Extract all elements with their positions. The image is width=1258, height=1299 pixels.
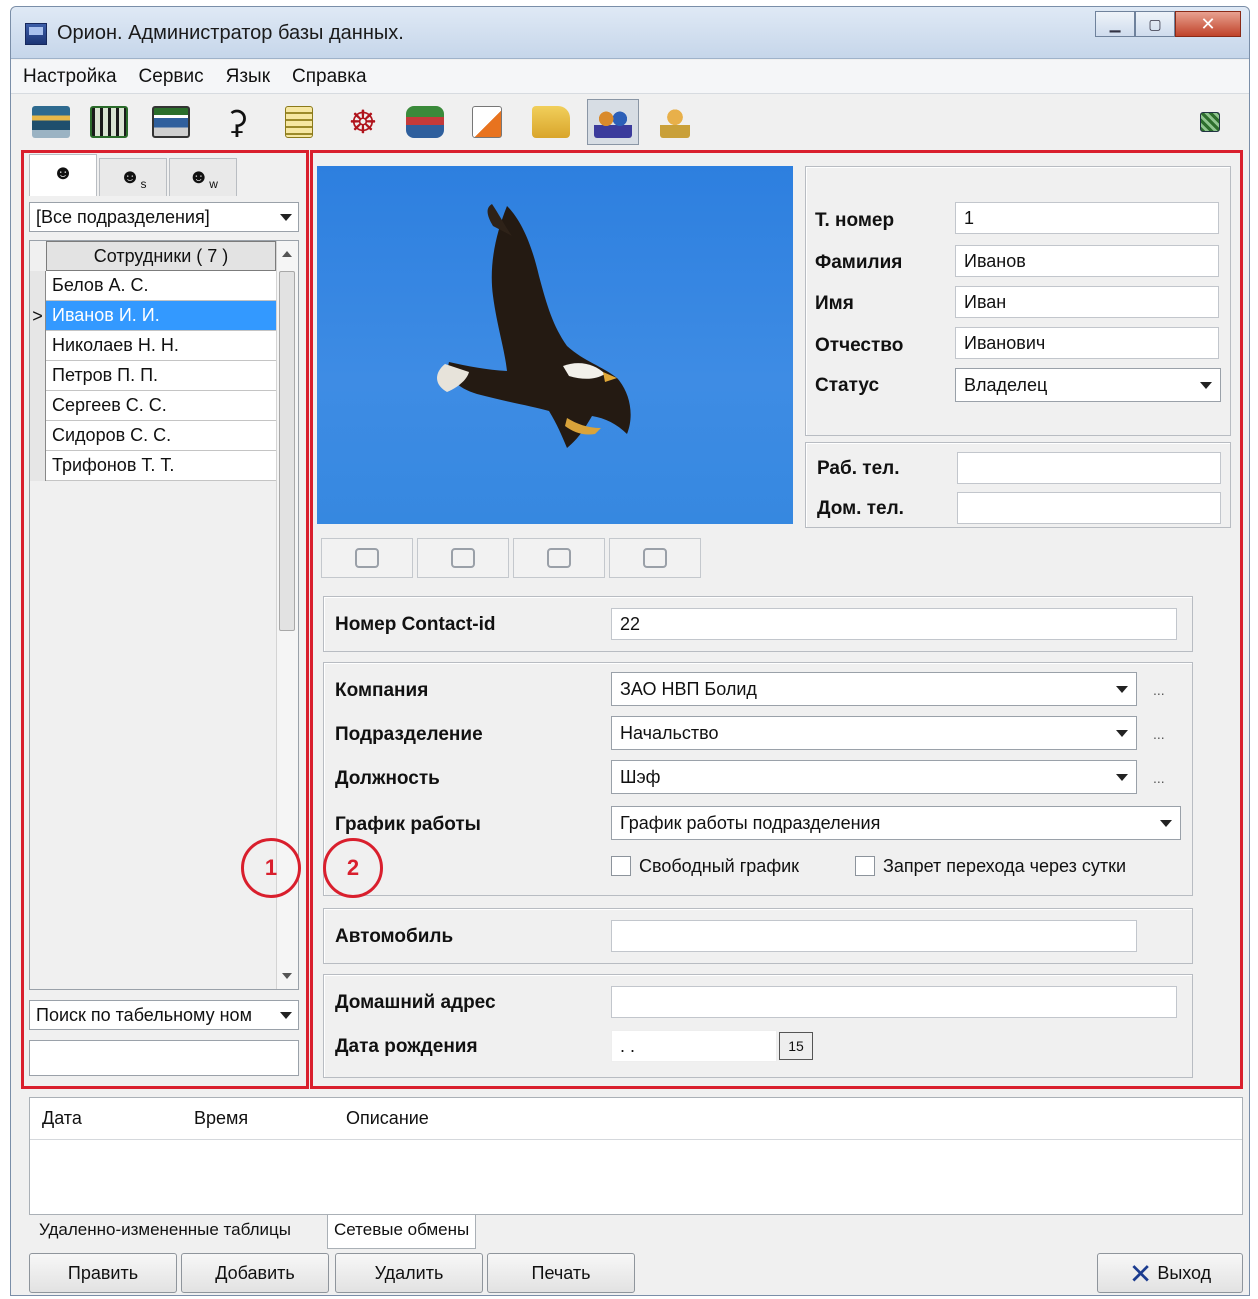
minimize-icon: ▁ bbox=[1109, 16, 1121, 32]
app-icon bbox=[25, 23, 47, 45]
keys-user-icon bbox=[660, 106, 690, 138]
toolbar-button-4[interactable]: ⚳ bbox=[211, 99, 263, 145]
tab-remote-changed-tables[interactable]: Удаленно-измененные таблицы bbox=[33, 1215, 297, 1247]
print-button[interactable]: Печать bbox=[487, 1253, 635, 1293]
window-title: Орион. Администратор базы данных. bbox=[57, 22, 404, 44]
toolbar-button-3[interactable] bbox=[145, 99, 197, 145]
antenna-icon: ⚳ bbox=[225, 104, 249, 140]
log-col-description[interactable]: Описание bbox=[346, 1108, 429, 1129]
exit-button[interactable]: ✕ Выход bbox=[1097, 1253, 1243, 1293]
tab-network-exchanges[interactable]: Сетевые обмены bbox=[327, 1215, 477, 1249]
callout-frame-2 bbox=[310, 150, 1243, 1089]
folder-users-icon bbox=[532, 106, 570, 138]
title-bar: Орион. Администратор базы данных. ▁ ▢ ✕ bbox=[11, 7, 1249, 59]
wheel-icon: ☸ bbox=[348, 104, 378, 140]
exit-label: Выход bbox=[1157, 1263, 1212, 1283]
toolbar-button-7[interactable] bbox=[399, 99, 451, 145]
connection-status bbox=[1193, 99, 1227, 145]
menu-bar: Настройка Сервис Язык Справка bbox=[11, 60, 1249, 94]
toolbar-button-1[interactable] bbox=[25, 99, 77, 145]
add-button[interactable]: Добавить bbox=[181, 1253, 329, 1293]
toolbar: ⚳ ☸ bbox=[11, 95, 1249, 149]
building-icon bbox=[90, 106, 128, 138]
close-button[interactable]: ✕ bbox=[1175, 11, 1241, 37]
minimize-button[interactable]: ▁ bbox=[1095, 11, 1135, 37]
log-col-time[interactable]: Время bbox=[194, 1108, 248, 1129]
toolbar-button-5[interactable] bbox=[273, 99, 325, 145]
report-icon bbox=[472, 106, 502, 138]
menu-language[interactable]: Язык bbox=[214, 60, 280, 88]
delete-button[interactable]: Удалить bbox=[335, 1253, 483, 1293]
menu-service[interactable]: Сервис bbox=[127, 60, 214, 88]
toolbar-button-2[interactable] bbox=[83, 99, 135, 145]
maximize-button[interactable]: ▢ bbox=[1135, 11, 1175, 37]
toolbar-button-11[interactable] bbox=[649, 99, 701, 145]
toolbar-button-9[interactable] bbox=[525, 99, 577, 145]
notes-icon bbox=[285, 106, 313, 138]
calendar-train-icon bbox=[406, 106, 444, 138]
server-icon bbox=[152, 106, 190, 138]
callout-frame-1 bbox=[21, 150, 309, 1089]
maximize-icon: ▢ bbox=[1148, 16, 1162, 32]
employees-db-icon bbox=[32, 106, 70, 138]
menu-help[interactable]: Справка bbox=[280, 60, 377, 88]
log-header: Дата Время Описание bbox=[30, 1098, 1242, 1140]
log-col-date[interactable]: Дата bbox=[42, 1108, 82, 1129]
app-window: Орион. Администратор базы данных. ▁ ▢ ✕ … bbox=[10, 6, 1250, 1296]
exit-icon: ✕ bbox=[1128, 1258, 1153, 1290]
close-icon: ✕ bbox=[1200, 14, 1216, 34]
connection-status-icon bbox=[1200, 112, 1220, 132]
users-icon bbox=[594, 106, 632, 138]
toolbar-button-6[interactable]: ☸ bbox=[337, 99, 389, 145]
log-table: Дата Время Описание bbox=[29, 1097, 1243, 1215]
toolbar-button-10[interactable] bbox=[587, 99, 639, 145]
toolbar-button-8[interactable] bbox=[461, 99, 513, 145]
edit-button[interactable]: Править bbox=[29, 1253, 177, 1293]
menu-settings[interactable]: Настройка bbox=[11, 60, 127, 88]
